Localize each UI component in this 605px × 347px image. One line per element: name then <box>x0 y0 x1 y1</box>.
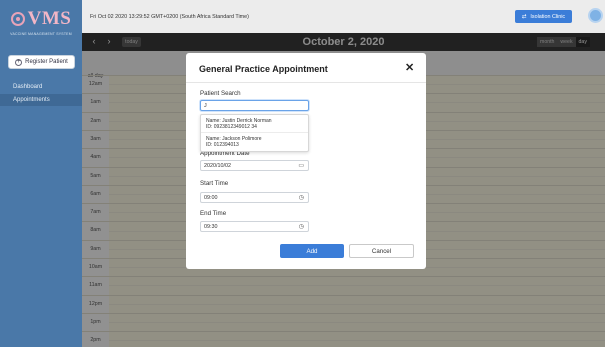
patient-search-value: J <box>204 102 207 109</box>
switch-icon: ⇄ <box>521 13 527 20</box>
suggestion-divider <box>201 132 308 133</box>
suggestion-item[interactable]: Name: Jackson Polimore ID: 012394013 <box>206 136 262 148</box>
logo-icon <box>10 12 25 26</box>
cancel-button[interactable]: Cancel <box>349 244 414 258</box>
calendar-icon[interactable]: ▭ <box>298 162 304 169</box>
top-header: Fri Oct 02 2020 13:29:52 GMT+0200 (South… <box>82 0 605 33</box>
modal-title: General Practice Appointment <box>199 64 328 74</box>
end-time-label: End Time <box>200 210 227 217</box>
clock-icon[interactable]: ◷ <box>299 223 304 230</box>
clinic-switch-button[interactable]: ⇄ Isolation Clinic <box>515 10 572 23</box>
modal-divider <box>186 82 426 83</box>
sidebar: VMS VACCINE MANAGEMENT SYSTEM + Register… <box>0 0 82 347</box>
appointment-date-value: 2020/10/02 <box>204 162 231 169</box>
patient-suggestions: Name: Justin Derrick Norman ID: 09238123… <box>200 114 309 152</box>
start-time-label: Start Time <box>200 180 229 187</box>
appointment-modal: General Practice Appointment ✕ Patient S… <box>186 53 426 269</box>
close-icon[interactable]: ✕ <box>405 61 414 74</box>
logo[interactable]: VMS <box>10 8 72 30</box>
add-button[interactable]: Add <box>280 244 344 258</box>
end-time-value: 09:30 <box>204 223 218 230</box>
plus-circle-icon: + <box>15 58 23 66</box>
logo-text: VMS <box>27 8 72 29</box>
sidebar-item-dashboard[interactable]: Dashboard <box>0 81 82 93</box>
register-patient-label: Register Patient <box>25 59 68 65</box>
avatar[interactable] <box>588 8 603 23</box>
patient-search-input[interactable]: J <box>200 100 309 111</box>
sidebar-item-appointments[interactable]: Appointments <box>0 94 82 106</box>
suggestion-id: ID: 012394013 <box>206 142 239 148</box>
brand: VMS VACCINE MANAGEMENT SYSTEM <box>0 0 82 44</box>
start-time-value: 09:00 <box>204 194 218 201</box>
start-time-field[interactable]: 09:00 ◷ <box>200 192 309 203</box>
appointment-date-field[interactable]: 2020/10/02 ▭ <box>200 160 309 171</box>
clock-icon[interactable]: ◷ <box>299 194 304 201</box>
clinic-label: Isolation Clinic <box>530 13 566 20</box>
register-patient-button[interactable]: + Register Patient <box>8 55 75 69</box>
suggestion-id: ID: 0923812349012 34 <box>206 124 257 130</box>
current-datetime: Fri Oct 02 2020 13:29:52 GMT+0200 (South… <box>90 14 249 20</box>
logo-tagline: VACCINE MANAGEMENT SYSTEM <box>10 32 72 36</box>
end-time-field[interactable]: 09:30 ◷ <box>200 221 309 232</box>
suggestion-item[interactable]: Name: Justin Derrick Norman ID: 09238123… <box>206 118 272 130</box>
patient-search-label: Patient Search <box>200 90 241 97</box>
